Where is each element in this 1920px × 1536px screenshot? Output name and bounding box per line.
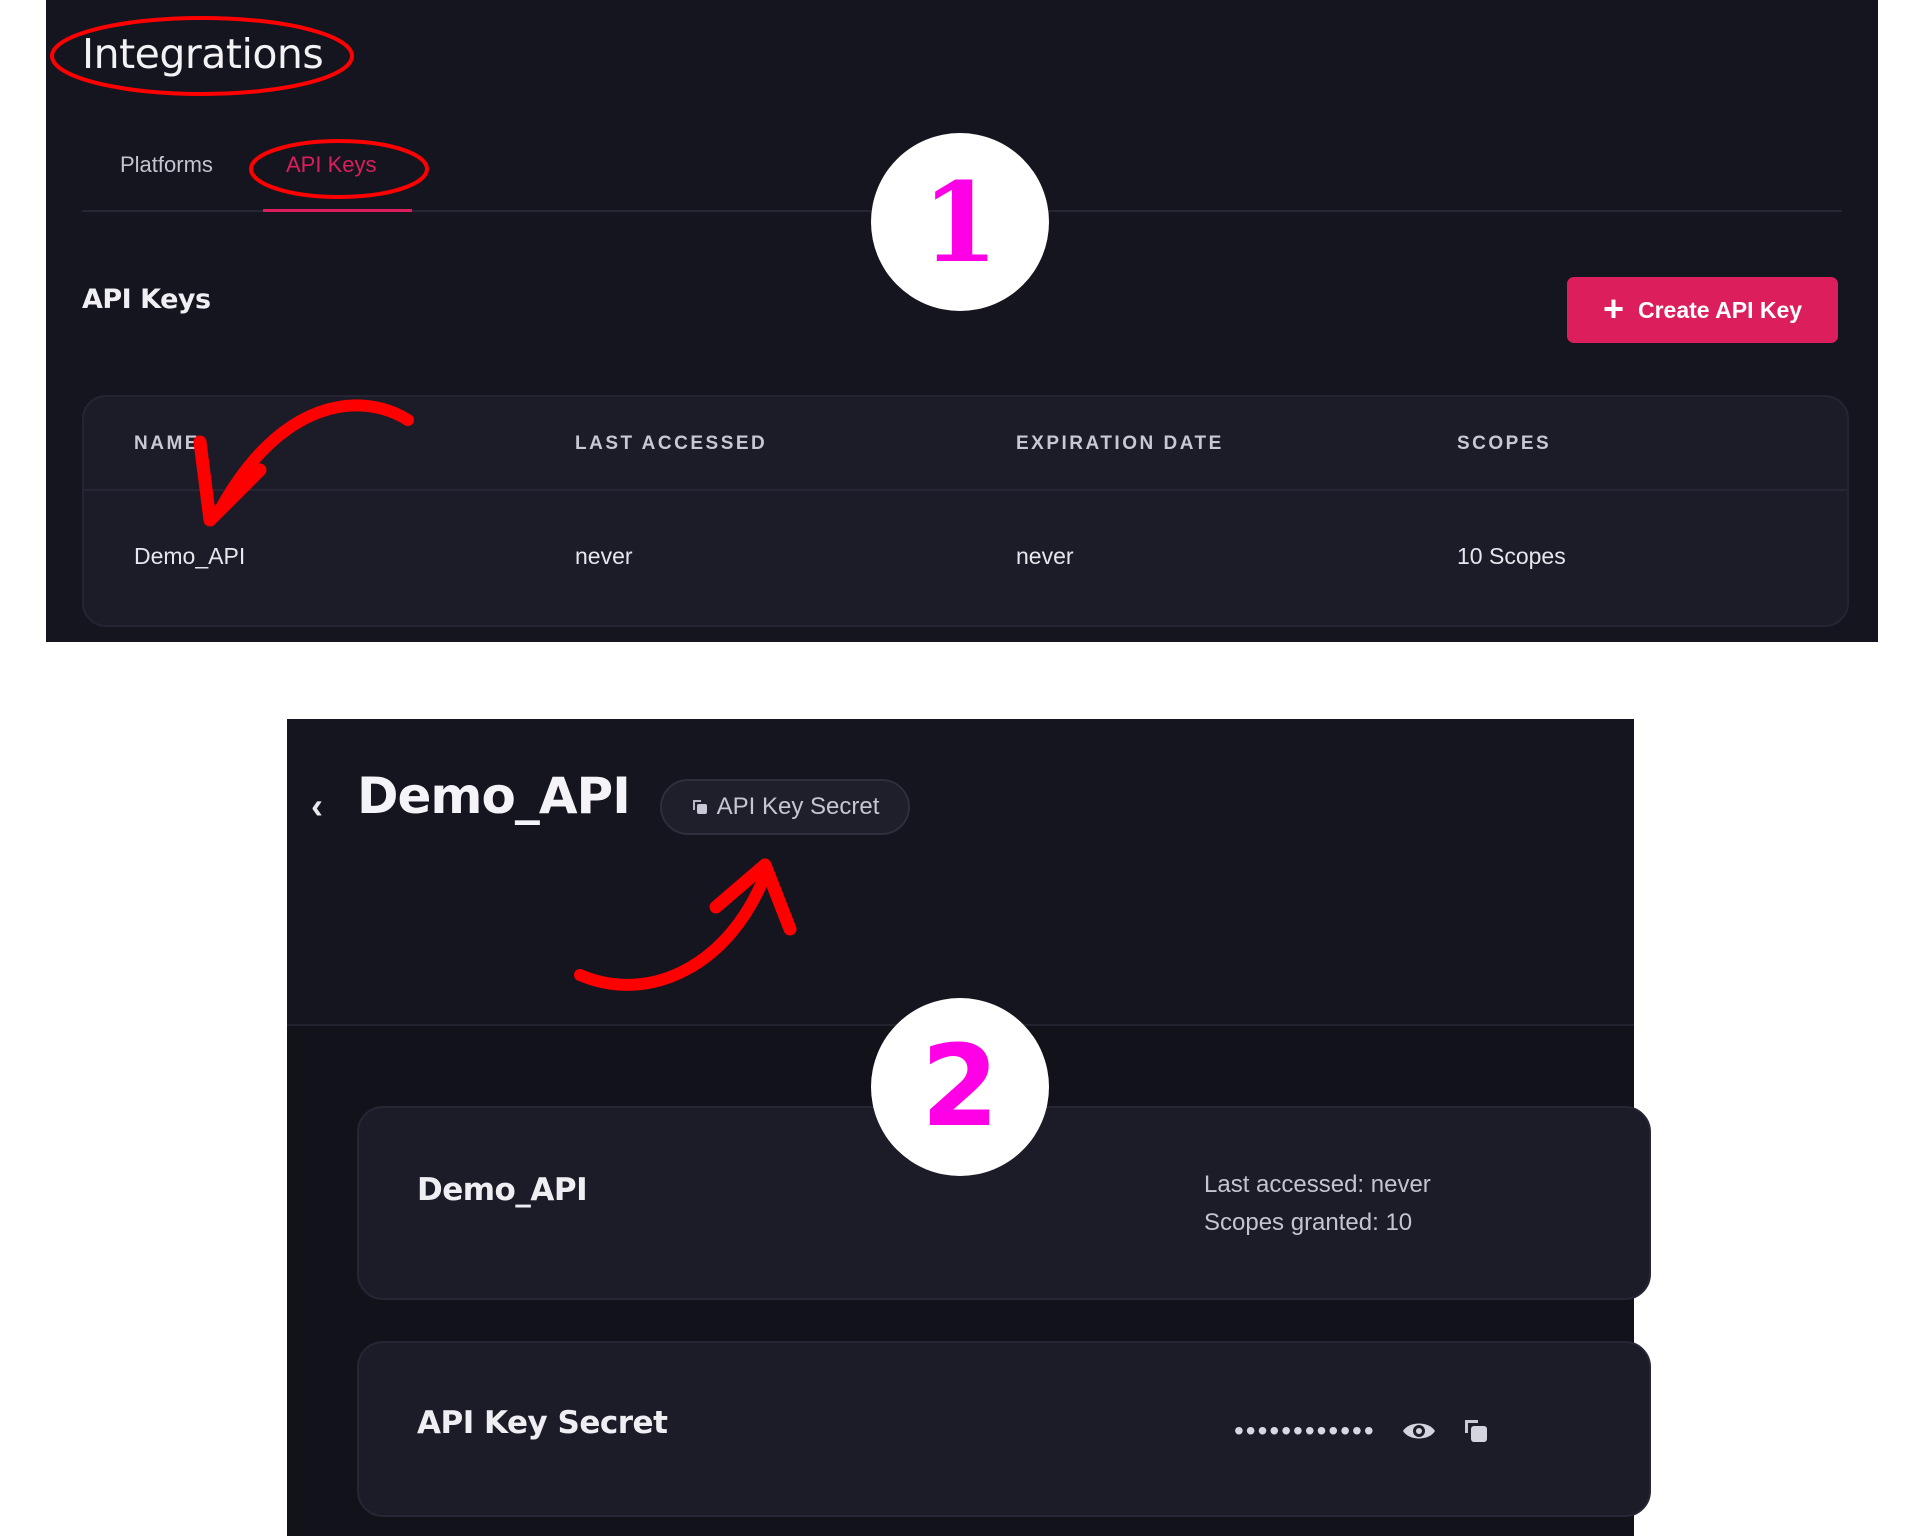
api-key-secret-button[interactable]: API Key Secret	[660, 779, 910, 835]
cell-scopes: 10 Scopes	[1457, 543, 1566, 569]
section-title: API Keys	[82, 284, 211, 315]
eye-icon[interactable]	[1402, 1419, 1436, 1443]
page-title: Integrations	[82, 30, 324, 78]
detail-title: Demo_API	[357, 767, 631, 825]
tab-platforms[interactable]: Platforms	[120, 152, 213, 178]
step-2-badge: 2	[871, 998, 1049, 1176]
secret-card: API Key Secret ••••••••••••	[357, 1341, 1651, 1517]
integrations-panel: Integrations Platforms API Keys API Keys…	[46, 0, 1878, 642]
api-key-secret-label: API Key Secret	[716, 793, 880, 820]
column-header-last-accessed[interactable]: LAST ACCESSED	[575, 433, 767, 455]
last-accessed-text: Last accessed: never	[1204, 1171, 1431, 1198]
scopes-granted-text: Scopes granted: 10	[1204, 1209, 1413, 1236]
active-tab-indicator	[263, 209, 412, 212]
details-meta: Last accessed: never Scopes granted: 10	[1204, 1166, 1431, 1242]
chevron-left-icon[interactable]: ‹	[311, 785, 323, 827]
cell-name[interactable]: Demo_API	[134, 543, 245, 570]
cell-last-accessed: never	[575, 543, 633, 569]
details-card-title: Demo_API	[417, 1172, 588, 1208]
table-header: NAME LAST ACCESSED EXPIRATION DATE SCOPE…	[84, 397, 1847, 491]
plus-icon: +	[1602, 287, 1624, 329]
copy-icon	[692, 800, 707, 814]
column-header-name[interactable]: NAME	[134, 433, 200, 455]
column-header-expiration-date[interactable]: EXPIRATION DATE	[1016, 433, 1224, 455]
step-1-badge: 1	[871, 133, 1049, 311]
secret-card-title: API Key Secret	[417, 1405, 668, 1441]
api-keys-table: NAME LAST ACCESSED EXPIRATION DATE SCOPE…	[82, 395, 1849, 627]
secret-value-group: ••••••••••••	[1234, 1417, 1490, 1445]
create-api-key-button[interactable]: + Create API Key	[1567, 277, 1838, 343]
create-api-key-label: Create API Key	[1637, 296, 1803, 323]
column-header-scopes[interactable]: SCOPES	[1457, 433, 1551, 455]
cell-expiration-date: never	[1016, 543, 1074, 569]
tab-api-keys[interactable]: API Keys	[286, 152, 376, 178]
masked-secret: ••••••••••••	[1234, 1415, 1376, 1446]
copy-icon[interactable]	[1462, 1417, 1490, 1445]
